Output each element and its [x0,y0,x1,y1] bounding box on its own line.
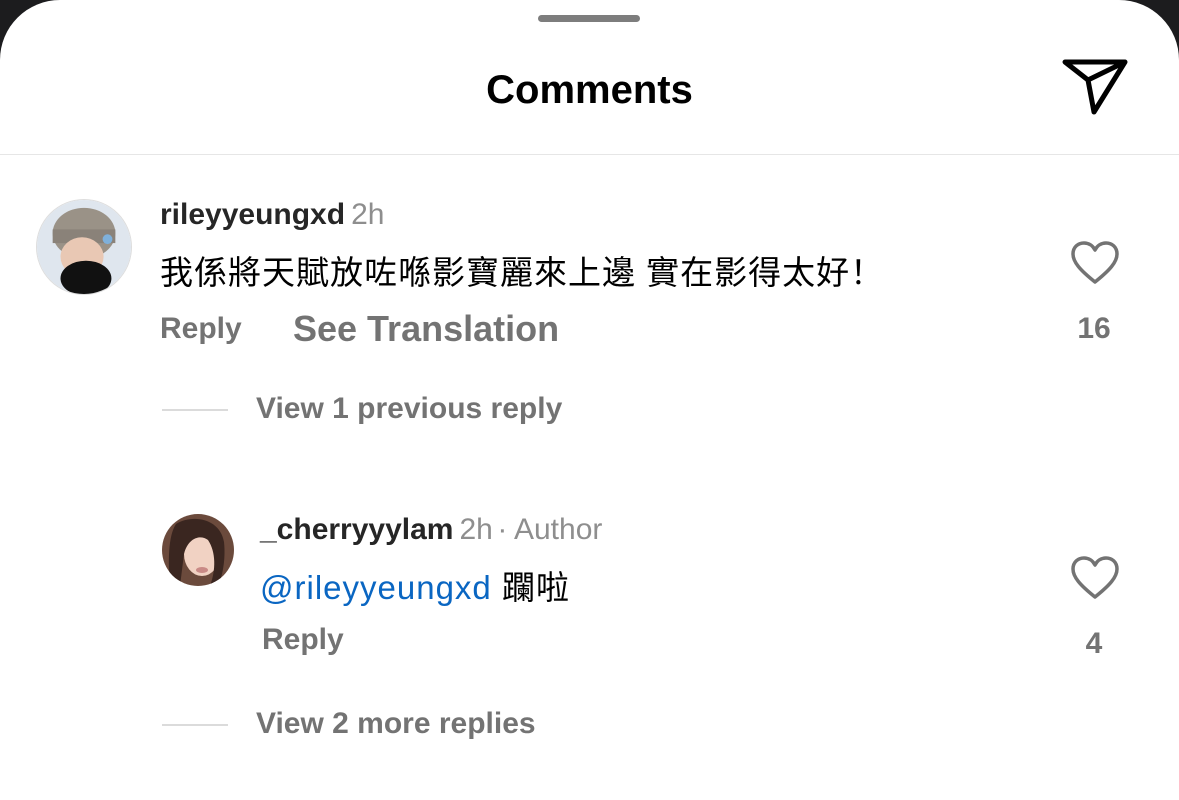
header-divider [0,154,1179,155]
comment-username[interactable]: rileyyeungxd [160,198,345,231]
avatar-image [37,200,131,294]
replies-divider [162,409,228,411]
comment-body: 躝啦 [491,569,570,606]
comments-sheet: Comments rileyyeungxd 2h 我係將天賦放咗喺影寶麗來上邊 實… [0,0,1179,800]
view-previous-replies-button[interactable]: View 1 previous reply [256,392,562,426]
see-translation-button[interactable]: See Translation [293,308,559,350]
comment-text: 我係將天賦放咗喺影寶麗來上邊 實在影得太好！ [160,254,885,291]
comment-time: 2h [351,198,385,231]
avatar[interactable] [162,514,234,586]
heart-outline-icon[interactable] [1070,555,1120,601]
avatar-image [162,514,234,586]
avatar[interactable] [36,199,132,295]
comment-meta: _cherryyylam 2h · Author [260,513,602,547]
comment-time: 2h [459,513,493,546]
paper-plane-icon[interactable] [1060,56,1130,118]
heart-outline-icon[interactable] [1070,240,1120,286]
replies-divider [162,724,228,726]
reply-button[interactable]: Reply [262,623,344,657]
comment-text: @rileyyeungxd 躝啦 [260,561,570,609]
comment-meta: rileyyeungxd 2h [160,198,384,232]
author-badge: · Author [497,513,603,546]
comment-username[interactable]: _cherryyylam [260,513,453,546]
mention-link[interactable]: @rileyyeungxd [260,569,492,606]
reply-button[interactable]: Reply [160,312,242,346]
drag-handle[interactable] [538,15,640,22]
view-more-replies-button[interactable]: View 2 more replies [256,707,536,741]
like-count: 16 [1077,312,1111,345]
page-title: Comments [486,68,693,112]
like-count: 4 [1085,627,1103,660]
